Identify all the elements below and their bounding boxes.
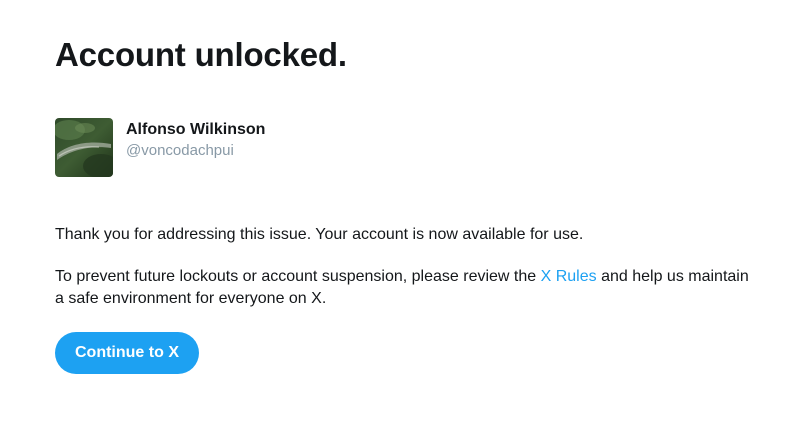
username-handle: @voncodachpui (126, 142, 234, 159)
display-name: Alfonso Wilkinson (126, 121, 266, 138)
confirmation-message: Thank you for addressing this issue. You… (55, 226, 584, 243)
continue-button[interactable]: Continue to X (55, 332, 199, 374)
x-rules-link[interactable]: X Rules (541, 268, 597, 285)
account-card: Alfonso Wilkinson @voncodachpui (55, 118, 265, 178)
account-names: Alfonso Wilkinson @voncodachpui (126, 118, 265, 161)
rules-message: To prevent future lockouts or account su… (55, 266, 755, 310)
rules-message-intro: To prevent future lockouts or account su… (55, 268, 541, 285)
avatar (55, 118, 113, 177)
page-title: Account unlocked. (55, 36, 347, 73)
